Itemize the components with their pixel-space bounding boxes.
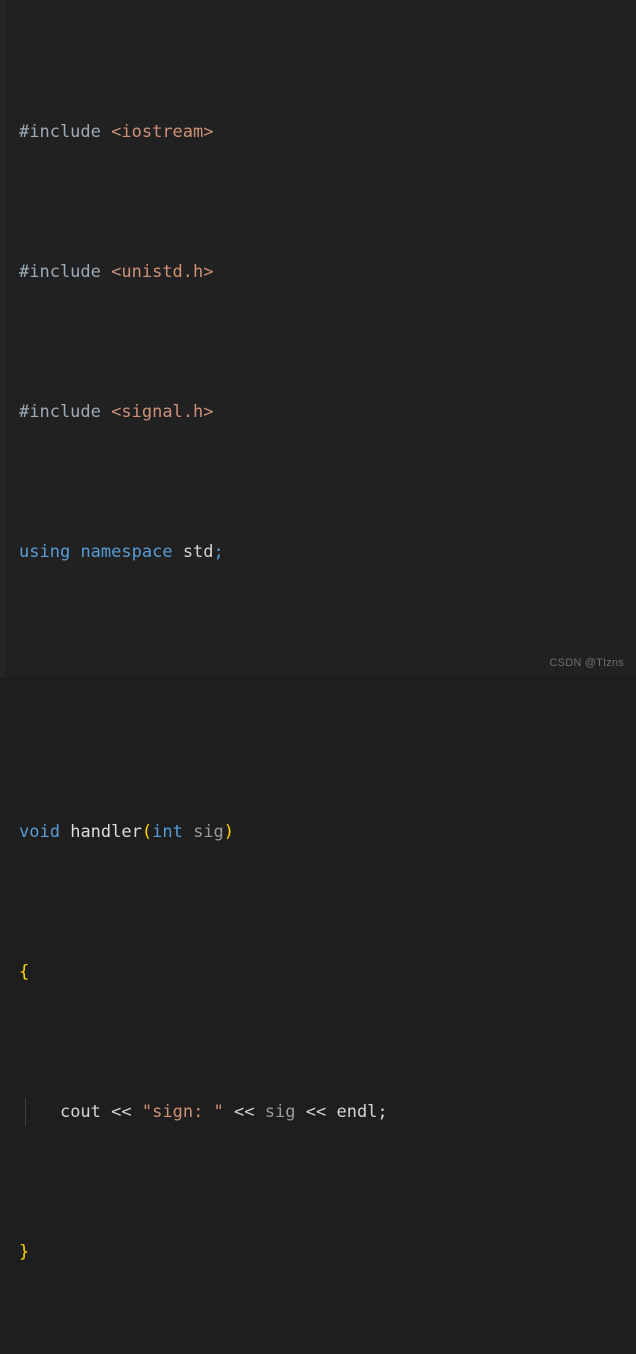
operator-insert: << — [234, 1102, 255, 1122]
paren-open: ( — [141, 822, 153, 842]
brace-close: } — [19, 1242, 30, 1262]
header-name: <iostream> — [111, 122, 214, 142]
stream-cout: cout — [59, 1102, 101, 1122]
header-name: <signal.h> — [111, 402, 214, 422]
string-literal: "sign: " — [141, 1102, 224, 1122]
paren-close: ) — [223, 822, 235, 842]
keyword-void: void — [19, 822, 60, 842]
semicolon: ; — [377, 1102, 388, 1122]
csdn-watermark: CSDN @TIzns — [549, 657, 624, 669]
code-line: #include <unistd.h> — [0, 258, 636, 286]
code-editor[interactable]: #include <iostream> #include <unistd.h> … — [0, 0, 636, 1262]
code-line: } — [0, 1238, 636, 1266]
keyword-namespace: namespace — [80, 542, 173, 562]
header-name: <unistd.h> — [111, 262, 214, 282]
code-line: void handler(int sig) — [0, 818, 636, 846]
keyword-using: using — [19, 542, 71, 562]
semicolon: ; — [213, 542, 224, 562]
keyword-int: int — [152, 822, 183, 842]
operator-insert: << — [111, 1102, 132, 1122]
function-name-handler: handler — [70, 822, 142, 842]
indent-guide — [25, 1098, 26, 1126]
namespace-name: std — [182, 542, 214, 562]
code-line: cout << "sign: " << sig << endl; — [0, 1098, 636, 1126]
operator-insert: << — [305, 1102, 327, 1122]
stream-endl: endl — [336, 1102, 378, 1122]
parameter-sig: sig — [193, 822, 224, 842]
code-line: #include <signal.h> — [0, 398, 636, 426]
brace-open: { — [19, 962, 30, 982]
code-content[interactable]: #include <iostream> #include <unistd.h> … — [0, 0, 636, 1354]
code-line: #include <iostream> — [0, 118, 636, 146]
preprocessor-directive: #include — [19, 402, 101, 422]
preprocessor-directive: #include — [19, 122, 101, 142]
preprocessor-directive: #include — [19, 262, 101, 282]
code-line: using namespace std; — [0, 538, 636, 566]
variable-sig: sig — [264, 1102, 296, 1122]
code-line: { — [0, 958, 636, 986]
